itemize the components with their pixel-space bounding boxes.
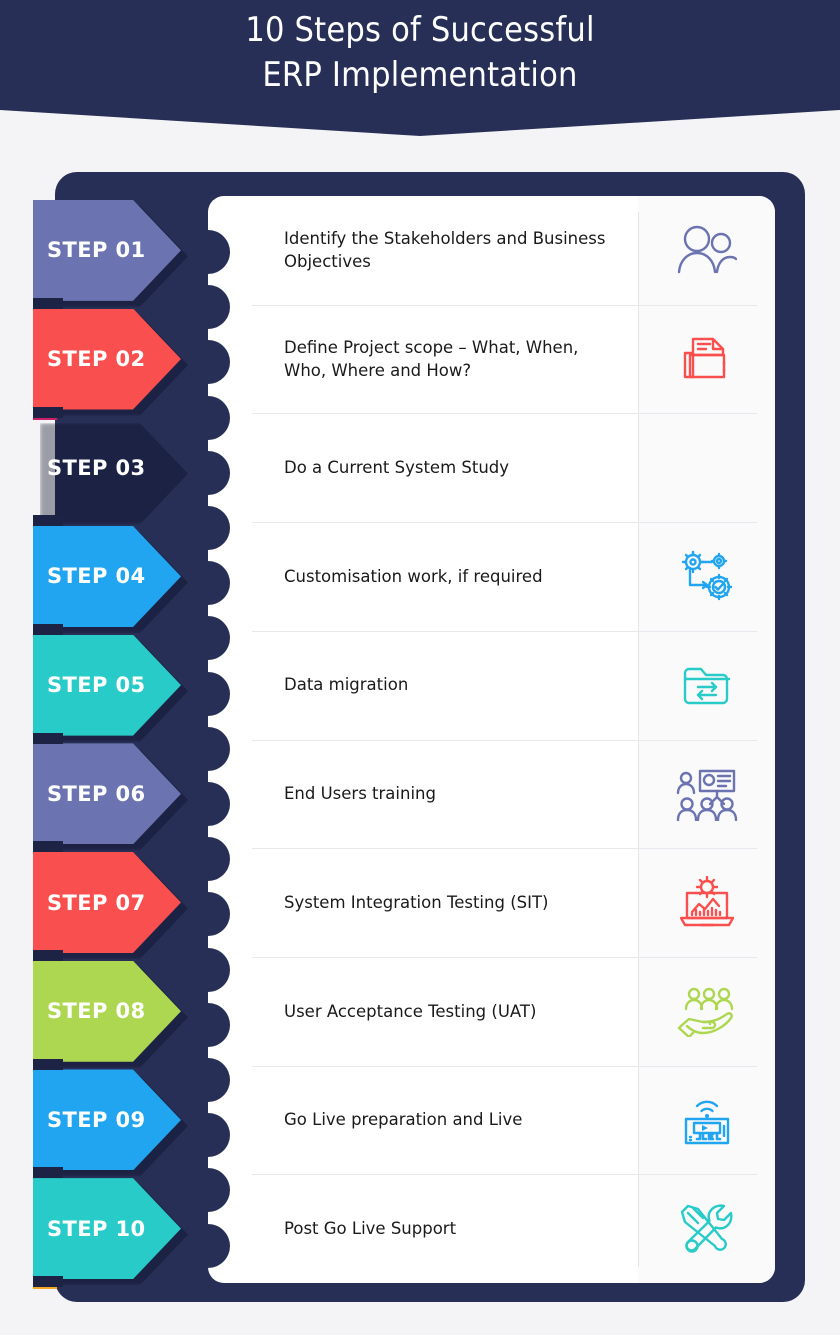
step-row: Customisation work, if required: [208, 522, 775, 631]
document-folder-edit-icon: [638, 333, 775, 385]
row-separator: [252, 1174, 757, 1176]
training-audience-icon: [638, 767, 775, 821]
step-badge-label: STEP 02: [47, 347, 146, 372]
hand-holding-users-icon: [638, 985, 775, 1038]
folder-transfer-icon: [638, 661, 775, 709]
step-label: Do a Current System Study: [284, 458, 510, 478]
step-label: System Integration Testing (SIT): [284, 892, 549, 912]
step-row: Define Project scope – What, When, Who, …: [208, 305, 775, 414]
step-badge-fold: [33, 732, 63, 744]
step-badge-label: STEP 05: [47, 673, 146, 698]
step-badge-label: STEP 10: [47, 1216, 146, 1241]
row-separator: [252, 522, 757, 524]
row-separator: [252, 1065, 757, 1067]
row-separator: [252, 956, 757, 958]
step-badge-fold: [33, 1058, 63, 1070]
steps-card: Identify the Stakeholders and Business O…: [208, 196, 775, 1283]
step-label: Customisation work, if required: [284, 566, 543, 586]
step-badge-fold: [33, 1276, 63, 1288]
step-badge-fold: [33, 297, 63, 309]
step-row: Post Go Live Support: [208, 1174, 775, 1283]
step-label: Define Project scope – What, When, Who, …: [284, 337, 579, 381]
two-people-icon: [638, 224, 775, 276]
step-badge-fold: [33, 623, 63, 635]
header-chevron-shape: [0, 110, 840, 136]
step-row: Go Live preparation and Live: [208, 1066, 775, 1175]
step-label: End Users training: [284, 784, 436, 804]
step-label: User Acceptance Testing (UAT): [284, 1001, 537, 1021]
step-badge-label: STEP 01: [47, 238, 146, 263]
live-broadcast-icon: [638, 1093, 775, 1147]
step-label: Identify the Stakeholders and Business O…: [284, 228, 606, 272]
step-row: Data migration: [208, 631, 775, 740]
step-badge-label: STEP 03: [47, 455, 146, 480]
step-label: Data migration: [284, 675, 409, 695]
step-badge-label: STEP 06: [47, 781, 146, 806]
row-separator: [252, 304, 757, 306]
step-row: End Users training: [208, 740, 775, 849]
row-separator: [252, 630, 757, 632]
step-badge-fold: [33, 1167, 63, 1179]
step-label: Post Go Live Support: [284, 1218, 457, 1238]
step-badge-label: STEP 08: [47, 999, 146, 1024]
step-badge-fold: [33, 841, 63, 853]
step-badge-label: STEP 09: [47, 1107, 146, 1132]
step-badge-fold: [33, 950, 63, 962]
step-badge-fold: [33, 515, 63, 527]
page-title: 10 Steps of Successful ERP Implementatio…: [245, 10, 595, 95]
step-row: User Acceptance Testing (UAT): [208, 957, 775, 1066]
row-separator: [252, 848, 757, 850]
step-row: Identify the Stakeholders and Business O…: [208, 196, 775, 305]
laptop-chart-gear-icon: [638, 875, 775, 930]
wrench-screwdriver-icon: [638, 1202, 775, 1256]
step-badge-label: STEP 07: [47, 890, 146, 915]
row-separator: [252, 413, 757, 415]
row-separator: [252, 739, 757, 741]
step-badge-label: STEP 04: [47, 564, 146, 589]
step-badge-fold: [33, 406, 63, 418]
presentation-bar-chart-icon: [638, 442, 775, 494]
step-label: Go Live preparation and Live: [284, 1110, 523, 1130]
gears-check-icon: [638, 549, 775, 603]
step-row: System Integration Testing (SIT): [208, 848, 775, 957]
step-row: Do a Current System Study: [208, 413, 775, 522]
header-banner: 10 Steps of Successful ERP Implementatio…: [0, 0, 840, 110]
